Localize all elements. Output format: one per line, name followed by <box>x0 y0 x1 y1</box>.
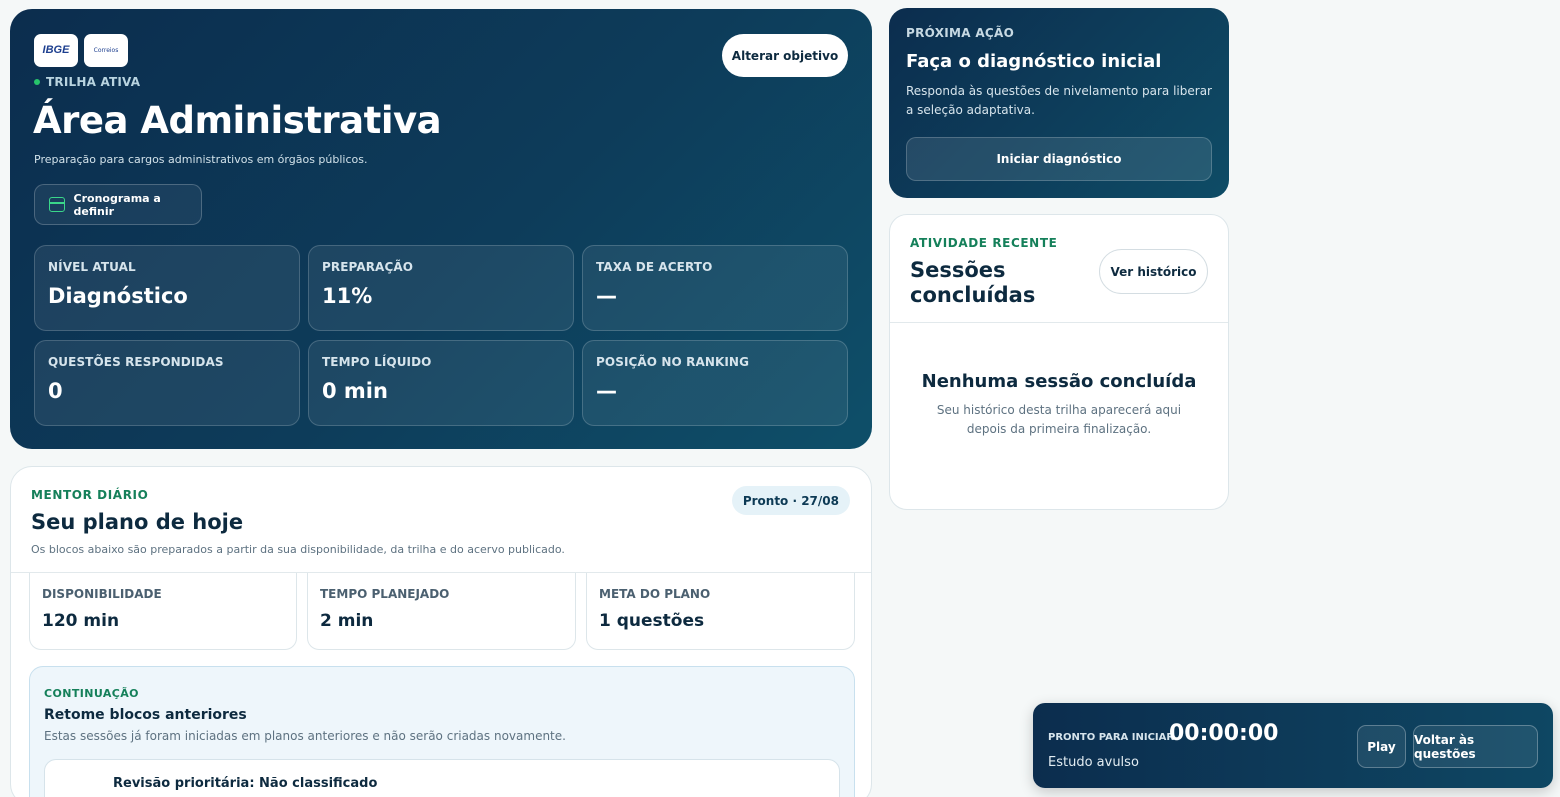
calendar-icon <box>49 197 65 212</box>
next-action-description: Responda às questões de nivelamento para… <box>906 84 1212 117</box>
stat-questoes: QUESTÕES RESPONDIDAS 0 <box>34 340 300 426</box>
active-dot-icon <box>34 79 40 85</box>
mentor-eyebrow: MENTOR DIÁRIO <box>31 488 149 502</box>
ver-historico-button[interactable]: Ver histórico <box>1099 249 1208 294</box>
next-action-card: PRÓXIMA AÇÃO Faça o diagnóstico inicial … <box>889 8 1229 198</box>
hero-card: IBGE Correios TRILHA ATIVA Área Administ… <box>10 9 872 449</box>
stat-label: TAXA DE ACERTO <box>596 260 713 274</box>
empty-state-description: Seu histórico desta trilha aparecerá aqu… <box>936 403 1182 436</box>
stat-label: PREPARAÇÃO <box>322 260 414 274</box>
play-button[interactable]: Play <box>1357 725 1406 768</box>
stat-label: POSIÇÃO NO RANKING <box>596 355 750 369</box>
study-timer-bar: PRONTO PARA INICIAR 00:00:00 Estudo avul… <box>1033 703 1553 788</box>
mentor-description: Os blocos abaixo são preparados a partir… <box>31 543 565 556</box>
stat-tempo-liquido: TEMPO LÍQUIDO 0 min <box>308 340 574 426</box>
stat-preparacao: PREPARAÇÃO 11% <box>308 245 574 331</box>
activity-title: Sessões concluídas <box>910 258 1036 307</box>
mentor-title: Seu plano de hoje <box>31 510 244 534</box>
session-item[interactable]: Revisão prioritária: Não classificado <box>44 759 840 797</box>
stat-label: TEMPO LÍQUIDO <box>322 355 432 369</box>
next-action-title: Faça o diagnóstico inicial <box>906 51 1162 72</box>
stat-tempo-planejado: TEMPO PLANEJADO 2 min <box>307 573 576 650</box>
stat-meta-plano: META DO PLANO 1 questões <box>586 573 855 650</box>
mentor-card: MENTOR DIÁRIO Seu plano de hoje Os bloco… <box>10 466 872 797</box>
continuation-eyebrow: CONTINUAÇÃO <box>44 687 139 700</box>
page-title: Área Administrativa <box>33 99 442 142</box>
stat-value: 11% <box>322 284 373 308</box>
continuation-description: Estas sessões já foram iniciadas em plan… <box>44 729 566 743</box>
stat-taxa-acerto: TAXA DE ACERTO — <box>582 245 848 331</box>
stat-value: Diagnóstico <box>48 284 188 308</box>
stat-value: — <box>596 379 617 403</box>
logos: IBGE Correios <box>34 34 128 67</box>
continuation-title: Retome blocos anteriores <box>44 707 247 723</box>
iniciar-diagnostico-button[interactable]: Iniciar diagnóstico <box>906 137 1212 181</box>
mentor-stats: DISPONIBILIDADE 120 min TEMPO PLANEJADO … <box>29 573 855 650</box>
timer-status: PRONTO PARA INICIAR <box>1048 732 1175 743</box>
stat-value: 0 min <box>322 379 388 403</box>
status-badge: Pronto · 27/08 <box>731 486 850 515</box>
next-action-eyebrow: PRÓXIMA AÇÃO <box>906 26 1015 40</box>
cronograma-label: Cronograma a definir <box>73 191 161 218</box>
stat-label: QUESTÕES RESPONDIDAS <box>48 355 224 369</box>
alterar-objetivo-button[interactable]: Alterar objetivo <box>722 34 848 77</box>
stat-label: META DO PLANO <box>599 587 711 601</box>
stat-nivel-atual: NÍVEL ATUAL Diagnóstico <box>34 245 300 331</box>
stat-value: 1 questões <box>599 611 705 631</box>
timer-mode: Estudo avulso <box>1048 755 1139 770</box>
page-subtitle: Preparação para cargos administrativos e… <box>34 153 368 166</box>
stat-label: TEMPO PLANEJADO <box>320 587 450 601</box>
hero-stats: NÍVEL ATUAL Diagnóstico PREPARAÇÃO 11% T… <box>34 245 848 426</box>
voltar-questoes-button[interactable]: Voltar às questões <box>1413 725 1538 768</box>
stat-label: DISPONIBILIDADE <box>42 587 162 601</box>
stat-ranking: POSIÇÃO NO RANKING — <box>582 340 848 426</box>
stat-disponibilidade: DISPONIBILIDADE 120 min <box>29 573 297 650</box>
activity-eyebrow: ATIVIDADE RECENTE <box>910 236 1058 250</box>
stat-value: — <box>596 284 617 308</box>
stat-value: 2 min <box>320 611 374 631</box>
continuation-panel: CONTINUAÇÃO Retome blocos anteriores Est… <box>29 666 855 797</box>
stat-value: 120 min <box>42 611 120 631</box>
correios-logo: Correios <box>84 34 128 67</box>
cronograma-button[interactable]: Cronograma a definir <box>34 184 202 225</box>
divider <box>890 322 1228 323</box>
timer-clock: 00:00:00 <box>1169 721 1279 746</box>
trilha-label: TRILHA ATIVA <box>46 75 141 89</box>
ibge-logo: IBGE <box>34 34 78 67</box>
stat-label: NÍVEL ATUAL <box>48 260 136 274</box>
stat-value: 0 <box>48 379 63 403</box>
trilha-status: TRILHA ATIVA <box>34 75 140 89</box>
empty-state-title: Nenhuma sessão concluída <box>921 371 1197 392</box>
recent-activity-card: ATIVIDADE RECENTE Sessões concluídas Ver… <box>889 214 1229 510</box>
